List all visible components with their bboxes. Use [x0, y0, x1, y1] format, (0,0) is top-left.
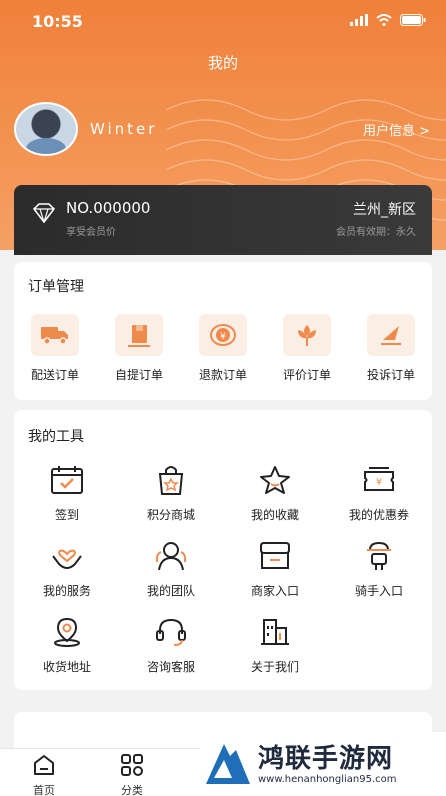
tool-points-mall[interactable]: 积分商城	[126, 462, 216, 523]
order-pickup-label: 自提订单	[114, 368, 163, 382]
battery-icon	[400, 14, 426, 26]
diamond-icon	[32, 203, 56, 223]
heart-hand-icon	[52, 549, 82, 570]
signal-icon	[350, 14, 368, 26]
tool-favorites-label: 我的收藏	[250, 508, 299, 522]
tool-rider-entry[interactable]: 骑手入口	[334, 538, 424, 599]
shopping-bag-icon	[158, 466, 184, 495]
order-pickup[interactable]: 自提订单	[104, 314, 174, 383]
order-review[interactable]: 评价订单	[272, 314, 342, 383]
order-review-label: 评价订单	[282, 368, 331, 382]
star-icon	[260, 466, 290, 494]
tool-merchant-entry[interactable]: 商家入口	[230, 538, 320, 599]
wifi-icon	[376, 14, 392, 26]
tool-customer-service-label: 咨询客服	[146, 660, 195, 674]
rider-icon	[367, 541, 391, 570]
category-grid-icon	[121, 754, 143, 776]
location-pin-icon	[54, 617, 80, 647]
watermark-text: 鸿联手游网	[258, 744, 394, 774]
tool-services-label: 我的服务	[42, 584, 91, 598]
tool-merchant-entry-label: 商家入口	[250, 584, 299, 598]
tool-checkin-label: 签到	[54, 508, 79, 522]
tool-checkin[interactable]: 签到	[22, 462, 112, 523]
calendar-check-icon	[51, 466, 83, 494]
watermark: 鸿联手游网 www.henanhonglian95.com	[200, 732, 446, 796]
tool-customer-service[interactable]: 咨询客服	[126, 614, 216, 675]
tool-about-us-label: 关于我们	[250, 660, 299, 674]
svg-text:¥: ¥	[220, 332, 226, 342]
tool-points-mall-label: 积分商城	[146, 508, 195, 522]
order-refund[interactable]: ¥ 退款订单	[188, 314, 258, 383]
box-icon	[128, 325, 150, 347]
tool-team[interactable]: 我的团队	[126, 538, 216, 599]
status-bar: 10:55	[0, 0, 446, 42]
tool-services[interactable]: 我的服务	[22, 538, 112, 599]
tool-coupons-label: 我的优惠券	[348, 508, 409, 522]
order-complaint[interactable]: 投诉订单	[356, 314, 426, 383]
building-icon	[261, 619, 289, 645]
user-info-link[interactable]: 用户信息 >	[363, 120, 430, 139]
coupon-icon: ¥	[364, 467, 394, 491]
store-icon	[260, 542, 290, 569]
order-complaint-label: 投诉订单	[366, 368, 415, 382]
order-management-title: 订单管理	[28, 279, 84, 295]
avatar[interactable]	[14, 102, 78, 156]
tab-home-label: 首页	[33, 784, 55, 796]
tab-category-label: 分类	[121, 784, 143, 796]
tool-favorites[interactable]: 我的收藏	[230, 462, 320, 523]
tool-address-label: 收货地址	[42, 660, 91, 674]
paper-plane-icon	[381, 326, 401, 345]
my-tools-title: 我的工具	[28, 429, 84, 445]
team-icon	[155, 542, 187, 571]
member-card[interactable]: NO.000000 享受会员价 兰州_新区 会员有效期：永久	[14, 185, 432, 255]
order-refund-label: 退款订单	[198, 368, 247, 382]
headset-icon	[156, 618, 186, 646]
order-delivery[interactable]: 配送订单	[20, 314, 90, 383]
refund-coin-icon: ¥	[210, 324, 236, 346]
tool-rider-entry-label: 骑手入口	[354, 584, 403, 598]
watermark-url: www.henanhonglian95.com	[258, 774, 397, 785]
watermark-logo	[206, 744, 250, 784]
truck-icon	[41, 327, 68, 345]
member-subtitle: 享受会员价	[66, 227, 116, 238]
flower-icon	[298, 325, 316, 346]
tool-about-us[interactable]: 关于我们	[230, 614, 320, 675]
svg-text:¥: ¥	[376, 477, 382, 488]
page-title: 我的	[207, 54, 238, 72]
tab-category[interactable]: 分类	[102, 753, 162, 796]
tool-team-label: 我的团队	[146, 584, 195, 598]
member-number: NO.000000	[66, 199, 151, 217]
order-delivery-label: 配送订单	[30, 368, 79, 382]
tool-address[interactable]: 收货地址	[22, 614, 112, 675]
username: Winter	[90, 120, 158, 138]
member-location: 兰州_新区	[353, 202, 416, 218]
tab-home[interactable]: 首页	[14, 753, 74, 796]
status-time: 10:55	[32, 12, 83, 31]
my-tools-card: 我的工具 签到 积分商城 我的收藏 ¥ 我的优惠券 我的服务 我的团队 商家入口…	[14, 410, 432, 690]
member-validity: 会员有效期：永久	[336, 227, 416, 238]
order-management-card: 订单管理 配送订单 自提订单 ¥ 退款订单 评价订单 投诉订单	[14, 262, 432, 400]
home-icon	[34, 755, 54, 775]
tool-coupons[interactable]: ¥ 我的优惠券	[334, 462, 424, 523]
